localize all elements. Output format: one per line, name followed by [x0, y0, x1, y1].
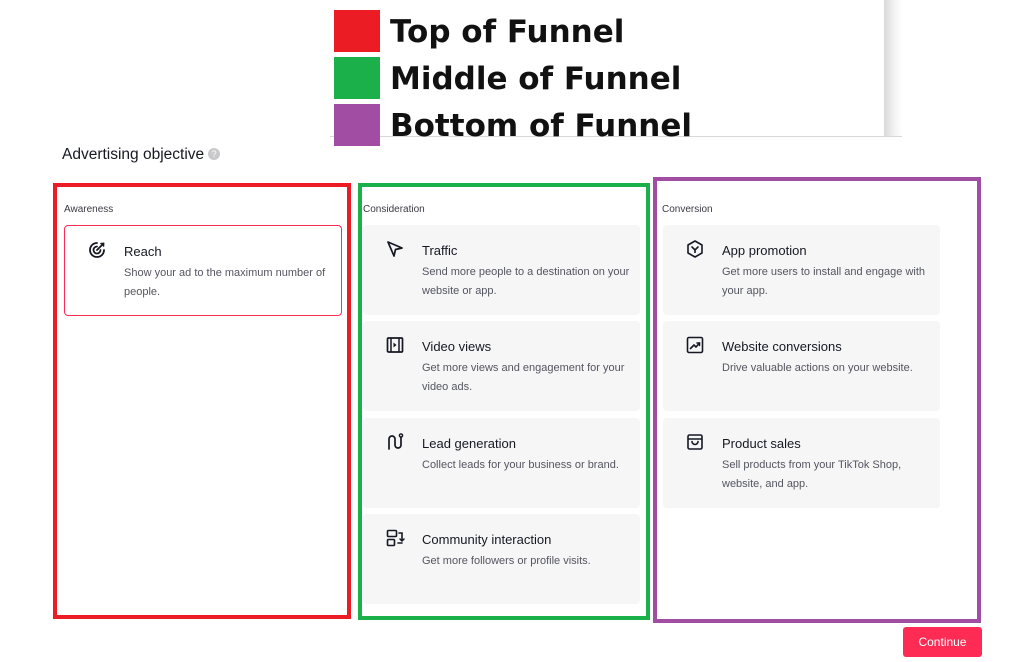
legend-item-middle: Middle of Funnel — [334, 57, 874, 101]
section-title: Advertising objective? — [62, 146, 221, 164]
card-description: Get more views and engagement for your v… — [422, 362, 625, 393]
card-description: Sell products from your TikTok Shop, web… — [722, 459, 902, 490]
objective-card-community-interaction[interactable]: Community interaction Get more followers… — [363, 514, 640, 604]
card-title: Lead generation — [422, 436, 516, 451]
card-description: Drive valuable actions on your website. — [722, 362, 913, 374]
card-description: Show your ad to the maximum number of pe… — [124, 267, 326, 298]
objective-card-traffic[interactable]: Traffic Send more people to a destinatio… — [363, 225, 640, 315]
section-title-text: Advertising objective — [62, 146, 205, 163]
objective-card-website-conversions[interactable]: Website conversions Drive valuable actio… — [663, 321, 940, 411]
objective-card-app-promotion[interactable]: App promotion Get more users to install … — [663, 225, 940, 315]
traffic-cursor-icon — [387, 241, 403, 257]
reach-icon — [89, 242, 105, 258]
card-title: Product sales — [722, 436, 801, 451]
website-conversions-icon — [686, 336, 704, 354]
app-promotion-icon — [687, 240, 703, 258]
card-description: Get more followers or profile visits. — [422, 555, 591, 567]
column-label-conversion: Conversion — [662, 204, 713, 215]
legend-swatch-green — [334, 57, 380, 99]
objective-card-reach[interactable]: Reach Show your ad to the maximum number… — [64, 225, 342, 316]
column-label-awareness: Awareness — [64, 204, 114, 215]
card-title: Traffic — [422, 243, 458, 258]
legend-panel-shadow — [884, 0, 902, 136]
objective-card-product-sales[interactable]: Product sales Sell products from your Ti… — [663, 418, 940, 508]
lead-generation-icon — [388, 433, 404, 450]
card-title: App promotion — [722, 243, 807, 258]
legend-label: Bottom of Funnel — [390, 108, 693, 144]
legend-label: Top of Funnel — [390, 14, 625, 50]
card-title: Video views — [422, 339, 492, 354]
info-icon[interactable]: ? — [208, 147, 221, 160]
objective-card-lead-generation[interactable]: Lead generation Collect leads for your b… — [363, 418, 640, 508]
card-description: Get more users to install and engage wit… — [722, 266, 926, 297]
objective-card-video-views[interactable]: Video views Get more views and engagemen… — [363, 321, 640, 411]
legend-swatch-purple — [334, 104, 380, 146]
product-sales-icon — [687, 434, 703, 450]
legend-swatch-red — [334, 10, 380, 52]
card-description: Collect leads for your business or brand… — [422, 459, 619, 471]
continue-button[interactable]: Continue — [903, 627, 982, 657]
video-views-icon — [386, 337, 404, 353]
card-title: Community interaction — [422, 532, 552, 547]
card-title: Website conversions — [722, 339, 842, 354]
legend-item-top: Top of Funnel — [334, 10, 874, 54]
card-description: Send more people to a destination on you… — [422, 266, 630, 297]
card-title: Reach — [124, 244, 162, 259]
community-interaction-icon — [386, 529, 405, 547]
legend-label: Middle of Funnel — [390, 61, 682, 97]
column-label-consideration: Consideration — [363, 204, 425, 215]
legend-item-bottom: Bottom of Funnel — [334, 104, 874, 148]
